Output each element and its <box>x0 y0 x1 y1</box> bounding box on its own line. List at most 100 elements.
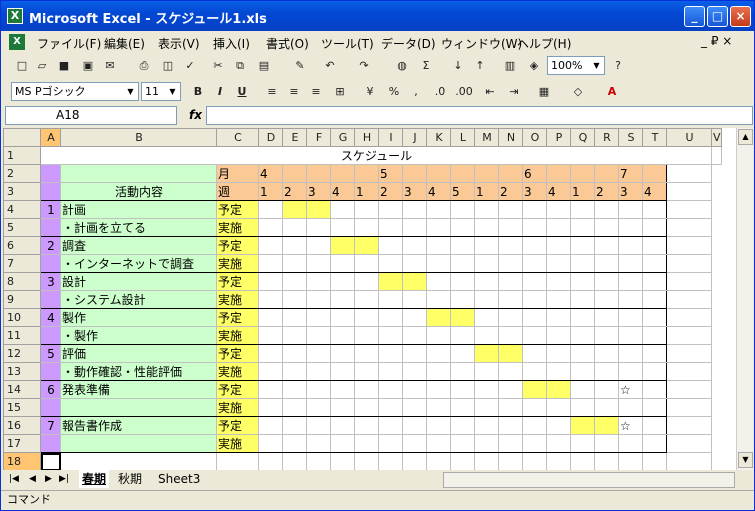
tab-spring[interactable]: 春期 <box>79 470 110 488</box>
month-cell[interactable] <box>570 164 595 183</box>
bold-icon[interactable]: B <box>189 83 207 101</box>
schedule-cell[interactable] <box>354 380 379 399</box>
menu-edit[interactable]: 編集(E) <box>104 35 145 52</box>
schedule-cell[interactable] <box>378 218 403 237</box>
schedule-cell[interactable] <box>306 308 331 327</box>
schedule-cell[interactable] <box>594 272 619 291</box>
row-header-14[interactable]: 14 <box>3 380 41 399</box>
schedule-cell[interactable] <box>474 398 499 417</box>
column-header-f[interactable]: F <box>306 128 331 147</box>
schedule-cell[interactable] <box>618 308 643 327</box>
schedule-cell[interactable] <box>450 326 475 345</box>
schedule-cell[interactable] <box>522 434 547 453</box>
column-header-g[interactable]: G <box>330 128 355 147</box>
schedule-cell[interactable] <box>498 290 523 309</box>
plan-label[interactable]: 予定 <box>216 272 259 291</box>
schedule-cell[interactable] <box>570 380 595 399</box>
column-header-u[interactable]: U <box>666 128 712 147</box>
schedule-cell[interactable] <box>570 362 595 381</box>
schedule-cell[interactable] <box>498 254 523 273</box>
schedule-cell[interactable] <box>642 344 667 363</box>
schedule-cell[interactable] <box>258 326 283 345</box>
task-detail[interactable]: ・インターネットで調査 <box>60 254 217 273</box>
schedule-cell[interactable] <box>450 272 475 291</box>
schedule-cell[interactable] <box>642 290 667 309</box>
task-number[interactable] <box>40 434 61 453</box>
cell[interactable] <box>258 452 283 470</box>
next-sheet-icon[interactable]: ▶ <box>45 474 52 484</box>
schedule-cell[interactable] <box>354 434 379 453</box>
schedule-cell[interactable] <box>618 200 643 219</box>
menu-view[interactable]: 表示(V) <box>158 35 200 52</box>
schedule-cell[interactable] <box>498 200 523 219</box>
plan-label[interactable]: 予定 <box>216 200 259 219</box>
schedule-cell[interactable] <box>402 434 427 453</box>
schedule-cell[interactable] <box>546 416 571 435</box>
cell[interactable] <box>522 452 547 470</box>
schedule-cell[interactable] <box>642 272 667 291</box>
row-header-18[interactable]: 18 <box>3 452 41 470</box>
cell[interactable] <box>354 452 379 470</box>
schedule-cell[interactable] <box>258 200 283 219</box>
week-cell[interactable]: 2 <box>378 182 403 201</box>
schedule-cell[interactable] <box>426 200 451 219</box>
task-detail[interactable]: ・計画を立てる <box>60 218 217 237</box>
schedule-cell[interactable] <box>546 254 571 273</box>
schedule-cell[interactable] <box>378 308 403 327</box>
schedule-cell[interactable] <box>546 200 571 219</box>
insert-function-icon[interactable]: fx <box>189 108 202 122</box>
schedule-cell[interactable] <box>642 362 667 381</box>
month-cell[interactable] <box>594 164 619 183</box>
plan-bar-cell[interactable] <box>522 380 547 399</box>
schedule-cell[interactable] <box>258 272 283 291</box>
actual-label[interactable]: 実施 <box>216 290 259 309</box>
formula-input[interactable] <box>206 106 753 125</box>
drawing-icon[interactable]: ◈ <box>525 57 543 75</box>
schedule-cell[interactable] <box>426 254 451 273</box>
schedule-cell[interactable] <box>594 362 619 381</box>
schedule-cell[interactable] <box>618 272 643 291</box>
month-cell[interactable] <box>306 164 331 183</box>
schedule-cell[interactable] <box>498 236 523 255</box>
schedule-cell[interactable] <box>402 200 427 219</box>
schedule-cell[interactable] <box>378 434 403 453</box>
task-name[interactable]: 発表準備 <box>60 380 217 399</box>
week-cell[interactable]: 1 <box>258 182 283 201</box>
new-icon[interactable]: □ <box>13 57 31 75</box>
cell[interactable] <box>666 326 712 345</box>
schedule-cell[interactable] <box>474 254 499 273</box>
row-header-4[interactable]: 4 <box>3 200 41 219</box>
schedule-cell[interactable] <box>618 434 643 453</box>
schedule-cell[interactable] <box>498 380 523 399</box>
schedule-cell[interactable] <box>546 272 571 291</box>
horizontal-scrollbar[interactable] <box>443 472 735 488</box>
task-number[interactable]: 5 <box>40 344 61 363</box>
schedule-cell[interactable] <box>594 290 619 309</box>
schedule-cell[interactable] <box>450 290 475 309</box>
schedule-cell[interactable] <box>474 290 499 309</box>
menu-tools[interactable]: ツール(T) <box>321 35 374 52</box>
plan-bar-cell[interactable] <box>450 308 475 327</box>
column-header-a[interactable]: A <box>40 128 61 147</box>
column-header-o[interactable]: O <box>522 128 547 147</box>
borders-icon[interactable]: ▦ <box>535 83 553 101</box>
schedule-cell[interactable] <box>354 344 379 363</box>
schedule-cell[interactable] <box>258 398 283 417</box>
cell[interactable] <box>666 218 712 237</box>
schedule-cell[interactable] <box>378 416 403 435</box>
menu-file[interactable]: ファイル(F) <box>37 35 101 52</box>
plan-label[interactable]: 予定 <box>216 380 259 399</box>
cell[interactable] <box>40 164 61 183</box>
comma-icon[interactable]: , <box>407 83 425 101</box>
schedule-cell[interactable] <box>570 344 595 363</box>
task-detail[interactable]: ・システム設計 <box>60 290 217 309</box>
cell[interactable] <box>666 344 712 363</box>
plan-bar-cell[interactable] <box>570 416 595 435</box>
column-header-t[interactable]: T <box>642 128 667 147</box>
schedule-cell[interactable] <box>354 308 379 327</box>
copy-icon[interactable]: ⧉ <box>231 57 249 75</box>
schedule-cell[interactable] <box>354 326 379 345</box>
schedule-cell[interactable] <box>282 416 307 435</box>
schedule-cell[interactable] <box>258 416 283 435</box>
month-cell[interactable]: 7 <box>618 164 643 183</box>
